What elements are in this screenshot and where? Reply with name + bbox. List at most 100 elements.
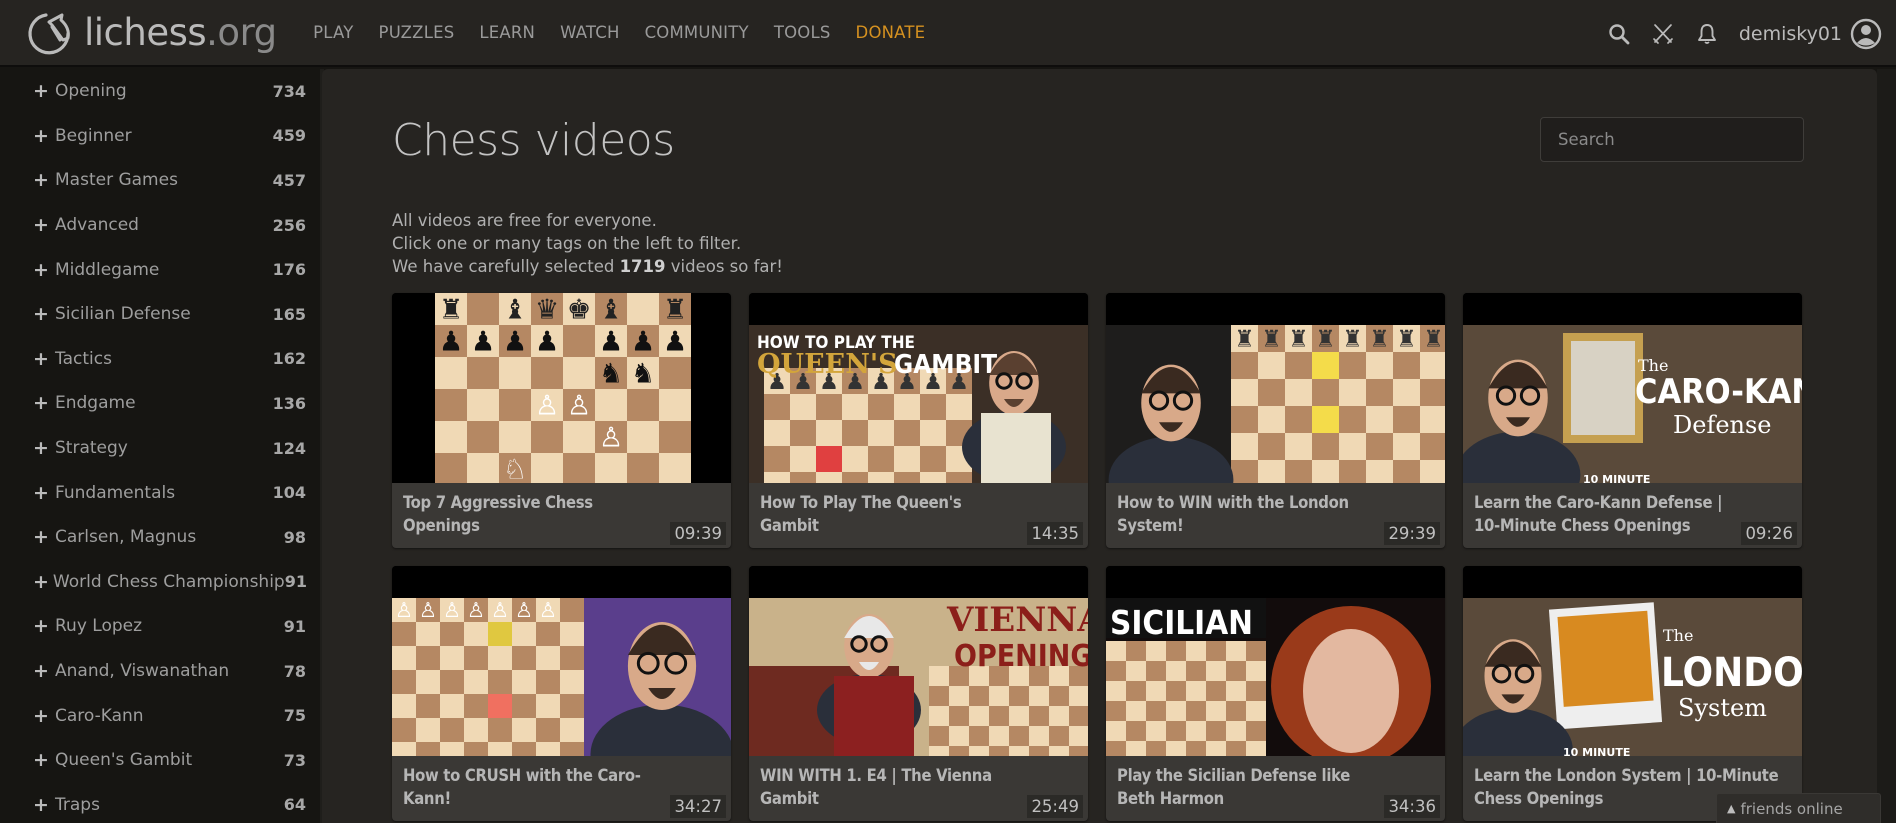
video-card[interactable]: ♟ ♟ ♟ ♟ ♟ ♟ ♟ ♟ HOW TO PLAY THE QUEEN'S GAMBIT How …: [749, 293, 1088, 548]
sidebar-tag[interactable]: + Tactics 162: [0, 337, 320, 382]
sidebar-tag[interactable]: + Sicilian Defense 165: [0, 292, 320, 337]
video-thumbnail[interactable]: VIENNAOPENING: [749, 566, 1088, 756]
top-right-controls: demisky01: [1597, 0, 1896, 67]
video-thumbnail[interactable]: ♜ ♜ ♜ ♜ ♜ ♜ ♜ ♜: [1106, 293, 1445, 483]
video-card[interactable]: ♜ ♜ ♜ ♜ ♜ ♜ ♜ ♜ How to WIN with the London Syste…: [1106, 293, 1445, 548]
plus-icon: +: [33, 526, 49, 549]
tag-count: 78: [283, 661, 306, 681]
sidebar-tag[interactable]: + Anand, Viswanathan 78: [0, 649, 320, 694]
svg-text:♟: ♟: [471, 327, 495, 358]
svg-text:VIENNA: VIENNA: [946, 600, 1088, 640]
svg-text:♙: ♙: [539, 598, 557, 622]
video-card[interactable]: TheCARO-KANNDefense10 MINUTE Learn the Ca…: [1463, 293, 1802, 548]
tag-count: 75: [283, 706, 306, 726]
search-button[interactable]: [1597, 12, 1641, 56]
svg-text:The: The: [1663, 626, 1693, 645]
video-title[interactable]: Play the Sicilian Defense like Beth Harm…: [1117, 764, 1375, 810]
svg-text:10 MINUTE: 10 MINUTE: [1583, 473, 1650, 483]
friends-online-toggle[interactable]: ▲ friends online: [1716, 793, 1881, 823]
video-title[interactable]: WIN WITH 1. E4 | The Vienna Gambit: [760, 764, 1018, 810]
video-thumbnail-image: VIENNAOPENING: [749, 566, 1088, 756]
tag-count: 457: [272, 170, 306, 190]
sidebar-tag[interactable]: + World Chess Championship 91: [0, 560, 320, 605]
video-card[interactable]: ♙ ♙ ♙ ♙ ♙ ♙ ♙ How to CRUSH with the Caro-Kann! 3…: [392, 566, 731, 821]
main-nav: PLAY PUZZLES LEARN WATCH COMMUNITY TOOLS…: [301, 23, 938, 42]
svg-text:♜: ♜: [1288, 327, 1309, 353]
plus-icon: +: [33, 392, 49, 415]
sidebar-tag[interactable]: + Traps 64: [0, 783, 320, 823]
video-thumbnail-image: TheCARO-KANNDefense10 MINUTE: [1463, 293, 1802, 483]
tag-count: 91: [283, 616, 306, 636]
nav-puzzles[interactable]: PUZZLES: [366, 23, 467, 42]
tag-label: Queen's Gambit: [55, 750, 193, 771]
tag-label: World Chess Championship: [52, 571, 285, 592]
user-menu[interactable]: demisky01: [1739, 23, 1842, 45]
video-title[interactable]: Learn the Caro-Kann Defense | 10-Minute …: [1474, 491, 1732, 537]
svg-text:♞: ♞: [599, 359, 623, 390]
page-title: Chess videos: [392, 115, 675, 166]
video-thumbnail[interactable]: The LONDONSystem 10 MINUTE: [1463, 566, 1802, 756]
friends-online-label: friends online: [1740, 799, 1843, 818]
nav-learn[interactable]: LEARN: [467, 23, 548, 42]
svg-text:♟: ♟: [599, 327, 623, 358]
svg-text:♜: ♜: [1234, 327, 1255, 353]
svg-text:♙: ♙: [467, 598, 485, 622]
video-card[interactable]: TheLONDONSystem10 MINUTELearn the London…: [1463, 566, 1802, 821]
video-duration: 14:35: [1027, 522, 1083, 545]
video-title[interactable]: How to CRUSH with the Caro-Kann!: [403, 764, 661, 810]
sidebar-tag[interactable]: + Carlsen, Magnus 98: [0, 515, 320, 560]
plus-icon: +: [33, 749, 49, 772]
tag-count: 459: [272, 126, 306, 146]
nav-watch[interactable]: WATCH: [548, 23, 632, 42]
video-thumbnail[interactable]: ♜ ♜ ♝ ♝ ♛ ♚ ♟ ♟ ♟ ♟ ♟ ♟ ♟ ♞ ♞ ♙ ♙ ♙ ♘: [392, 293, 731, 483]
tag-count: 124: [272, 438, 306, 458]
video-search-input[interactable]: [1540, 117, 1804, 162]
svg-text:♙: ♙: [491, 598, 509, 622]
video-thumbnail-image: ♜ ♜ ♜ ♜ ♜ ♜ ♜ ♜: [1106, 293, 1445, 483]
plus-icon: +: [33, 481, 49, 504]
video-card[interactable]: VIENNAOPENING WIN WITH 1. E4 | The Vienna…: [749, 566, 1088, 821]
sidebar-tag[interactable]: + Caro-Kann 75: [0, 693, 320, 738]
sidebar-tag[interactable]: + Beginner 459: [0, 114, 320, 159]
nav-tools[interactable]: TOOLS: [761, 23, 843, 42]
page-scrollbar[interactable]: [1877, 69, 1896, 823]
sidebar-tag[interactable]: + Master Games 457: [0, 158, 320, 203]
svg-text:♜: ♜: [1396, 327, 1417, 353]
sidebar-tag[interactable]: + Ruy Lopez 91: [0, 604, 320, 649]
nav-community[interactable]: COMMUNITY: [632, 23, 761, 42]
video-title[interactable]: Top 7 Aggressive Chess Openings: [403, 491, 661, 537]
svg-text:♙: ♙: [535, 391, 559, 422]
sidebar-tag[interactable]: + Queen's Gambit 73: [0, 738, 320, 783]
video-count: 1719: [619, 257, 666, 276]
notifications-button[interactable]: [1685, 12, 1729, 56]
video-thumbnail[interactable]: SICILIAN: [1106, 566, 1445, 756]
main-panel: Chess videos All videos are free for eve…: [322, 69, 1877, 823]
site-logo[interactable]: lichess.org: [26, 3, 277, 63]
video-card[interactable]: SICILIAN Play the Sicilian Defense like B…: [1106, 566, 1445, 821]
video-duration: 34:27: [670, 795, 726, 818]
video-title[interactable]: How to WIN with the London System!: [1117, 491, 1375, 537]
sidebar-tag[interactable]: + Strategy 124: [0, 426, 320, 471]
sidebar-tag[interactable]: + Fundamentals 104: [0, 470, 320, 515]
sidebar-tag[interactable]: + Middlegame 176: [0, 247, 320, 292]
nav-donate[interactable]: DONATE: [843, 23, 938, 42]
svg-text:♚: ♚: [567, 295, 591, 326]
video-duration: 34:36: [1384, 795, 1440, 818]
swords-icon: [1652, 23, 1673, 44]
knight-logo-icon: [28, 12, 70, 54]
svg-text:♟: ♟: [631, 327, 655, 358]
sidebar-tag[interactable]: + Advanced 256: [0, 203, 320, 248]
video-thumbnail-image: SICILIAN: [1106, 566, 1445, 756]
nav-play[interactable]: PLAY: [301, 23, 366, 42]
video-thumbnail[interactable]: ♙ ♙ ♙ ♙ ♙ ♙ ♙: [392, 566, 731, 756]
video-thumbnail[interactable]: TheCARO-KANNDefense10 MINUTE: [1463, 293, 1802, 483]
video-thumbnail[interactable]: ♟ ♟ ♟ ♟ ♟ ♟ ♟ ♟ HOW TO PLAY THE QUEEN'S GAMBIT: [749, 293, 1088, 483]
svg-text:♝: ♝: [599, 295, 623, 326]
user-avatar-icon[interactable]: [1850, 18, 1882, 50]
video-title[interactable]: How To Play The Queen's Gambit: [760, 491, 1018, 537]
video-card[interactable]: ♜ ♜ ♝ ♝ ♛ ♚ ♟ ♟ ♟ ♟ ♟ ♟ ♟ ♞ ♞ ♙ ♙ ♙ ♘ Top 7 Aggressive Ches…: [392, 293, 731, 548]
sidebar-tag[interactable]: + Opening 734: [0, 69, 320, 114]
challenges-button[interactable]: [1641, 12, 1685, 56]
svg-text:♙: ♙: [599, 423, 623, 454]
sidebar-tag[interactable]: + Endgame 136: [0, 381, 320, 426]
